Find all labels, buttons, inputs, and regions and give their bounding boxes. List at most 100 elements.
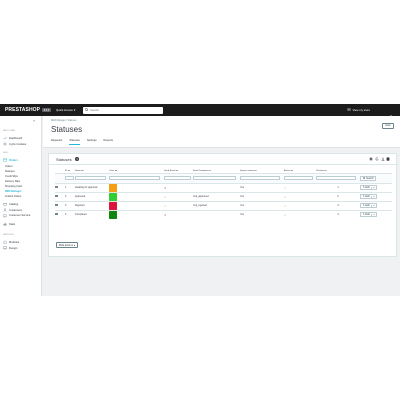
row-checkbox[interactable]	[55, 194, 58, 198]
filter-color-input[interactable]	[109, 175, 160, 181]
collapse-sidebar-icon[interactable]: «	[33, 118, 35, 123]
bulk-actions-label: Bulk actions	[59, 243, 73, 247]
sidebar-item-label: Orders	[9, 158, 18, 162]
check-icon[interactable]: ✓	[284, 195, 287, 199]
sidebar-sub-credit-slips[interactable]: Credit Slips	[5, 175, 18, 178]
sort-icon[interactable]: ▾▴	[68, 170, 70, 172]
quick-access-label: Quick Access	[56, 108, 73, 112]
check-icon[interactable]: ✓	[284, 186, 287, 190]
help-button[interactable]: Help	[382, 122, 394, 129]
sort-icon[interactable]: ▾▴	[324, 170, 326, 172]
cell-id: 2	[65, 191, 75, 201]
top-bar: PRESTASHOP 8.0.0 Quick Access ▾ View my …	[0, 104, 400, 120]
export-icon[interactable]	[381, 157, 385, 161]
database-icon[interactable]	[386, 157, 390, 161]
filter-system-select[interactable]	[240, 175, 281, 181]
chat-icon	[3, 214, 7, 218]
sidebar-item-cycle-cookies[interactable]: Cycle Cookies	[3, 142, 41, 146]
search-box[interactable]	[83, 106, 163, 114]
section-title-welcome: WELCOME	[3, 130, 16, 132]
sidebar: « WELCOME Dashboard Cycle Cookies SELL O…	[0, 116, 42, 296]
chevron-down-icon[interactable]: ▾	[371, 186, 375, 189]
cell-position: 4	[316, 209, 360, 219]
sidebar-item-stats[interactable]: Stats	[3, 222, 41, 226]
chevron-down-icon: ▾	[73, 108, 76, 112]
sort-icon[interactable]: ▾▴	[81, 170, 83, 172]
sidebar-item-orders[interactable]: Orders	[3, 158, 41, 162]
filter-position-input[interactable]	[316, 175, 357, 181]
cell-send-email: ✕	[164, 182, 193, 192]
quick-access-menu[interactable]: Quick Access ▾	[56, 108, 75, 112]
sidebar-item-design[interactable]: Design	[3, 246, 41, 250]
search-button[interactable]: Search	[360, 175, 377, 181]
search-icon	[84, 108, 88, 112]
sidebar-item-customers[interactable]: Customers	[3, 208, 41, 212]
filter-active-select[interactable]	[284, 175, 314, 181]
sidebar-sub-delivery-slips[interactable]: Delivery Slips	[5, 180, 20, 183]
sort-icon[interactable]: ▾▴	[209, 170, 211, 172]
check-icon[interactable]: ✓	[164, 204, 167, 208]
edit-button[interactable]: ✎ Edit ▾	[360, 185, 377, 190]
table-row[interactable]: 1 Awaiting for approval ✕ Yes ✓ 1 ✎ Edit ▾	[55, 182, 392, 192]
view-shop-label: View my store	[352, 107, 371, 112]
sidebar-sub-rma-manager[interactable]: RMA Manager	[5, 190, 22, 193]
row-checkbox[interactable]	[55, 185, 58, 189]
statuses-table: ID ▾▴ Name ▾▴ Color ▾▴ Send Email ▾▴ Ema…	[55, 169, 392, 219]
tab-reports[interactable]: Reports	[104, 139, 113, 145]
chevron-down-icon[interactable]: ▾	[371, 204, 375, 207]
breadcrumb[interactable]: RMA Manager / Statuses	[51, 120, 77, 122]
sidebar-sub-orders[interactable]: Orders	[5, 165, 13, 168]
table-row[interactable]: 4 Completed ✕ Yes ✓ 4 ✎ Edit ▾	[55, 209, 392, 219]
bulk-actions-button[interactable]: Bulk actions ▴	[56, 242, 79, 248]
chevron-down-icon[interactable]: ▾	[371, 213, 375, 216]
sort-icon[interactable]: ▾▴	[254, 170, 256, 172]
edit-button[interactable]: ✎ Edit ▾	[360, 212, 377, 217]
check-icon[interactable]: ✓	[284, 213, 287, 217]
cell-active: ✓	[284, 200, 316, 210]
sidebar-sub-outfoul-orders[interactable]: Outfoul Orders	[5, 195, 21, 198]
cell-send-email: ✓	[164, 191, 193, 201]
edit-button[interactable]: ✎ Edit ▾	[360, 194, 377, 199]
cell-color	[109, 200, 164, 210]
cross-icon[interactable]: ✕	[164, 186, 167, 190]
sidebar-item-dashboard[interactable]: Dashboard	[3, 136, 41, 140]
tab-requests[interactable]: Requests	[51, 139, 62, 145]
check-icon[interactable]: ✓	[164, 195, 167, 199]
settings-icon[interactable]	[369, 157, 373, 161]
tab-bar: Requests Statuses Settings Reports	[51, 139, 113, 145]
search-input[interactable]	[90, 108, 160, 112]
sidebar-item-modules[interactable]: Modules	[3, 240, 41, 244]
cell-send-email: ✕	[164, 209, 193, 219]
tab-settings[interactable]: Settings	[87, 139, 97, 145]
table-row[interactable]: 3 Rejected ✓ rma_rejected Yes ✓ 3 ✎ Edit ▾	[55, 200, 392, 210]
sidebar-sub-statuses[interactable]: Statuses	[5, 170, 15, 173]
color-swatch	[109, 210, 117, 219]
filter-template-input[interactable]	[193, 175, 237, 181]
filter-send-email-select[interactable]	[164, 175, 191, 181]
column-label: Position	[316, 170, 324, 173]
row-checkbox[interactable]	[55, 203, 58, 207]
filter-id-input[interactable]	[65, 175, 75, 181]
check-icon[interactable]: ✓	[284, 204, 287, 208]
cross-icon[interactable]: ✕	[164, 213, 167, 217]
view-shop-link[interactable]: View my store	[347, 108, 370, 112]
tab-statuses[interactable]: Statuses	[69, 139, 80, 145]
refresh-icon[interactable]	[375, 157, 379, 161]
filter-name-input[interactable]	[75, 175, 107, 181]
table-row[interactable]: 2 Approved ✓ rma_approved Yes ✓ 2 ✎ Edit ▾	[55, 191, 392, 201]
row-checkbox[interactable]	[55, 212, 58, 216]
cell-id: 1	[65, 182, 75, 192]
prestashop-logo[interactable]: PRESTASHOP	[5, 107, 40, 113]
sort-icon[interactable]: ▾▴	[115, 170, 117, 172]
sort-icon[interactable]: ▾▴	[291, 170, 293, 172]
sort-icon[interactable]: ▾▴	[176, 170, 178, 172]
sidebar-item-catalog[interactable]: Catalog	[3, 202, 41, 206]
sidebar-sub-shopping-carts[interactable]: Shopping Carts	[5, 185, 22, 188]
sidebar-item-customer-service[interactable]: Customer Service	[3, 214, 41, 218]
chevron-down-icon[interactable]: ▾	[371, 195, 375, 198]
edit-button-label: Edit	[365, 186, 370, 189]
edit-button[interactable]: ✎ Edit ▾	[360, 203, 377, 208]
cell-name: Completed	[75, 209, 109, 219]
person-icon	[3, 208, 7, 212]
cell-color	[109, 209, 164, 219]
